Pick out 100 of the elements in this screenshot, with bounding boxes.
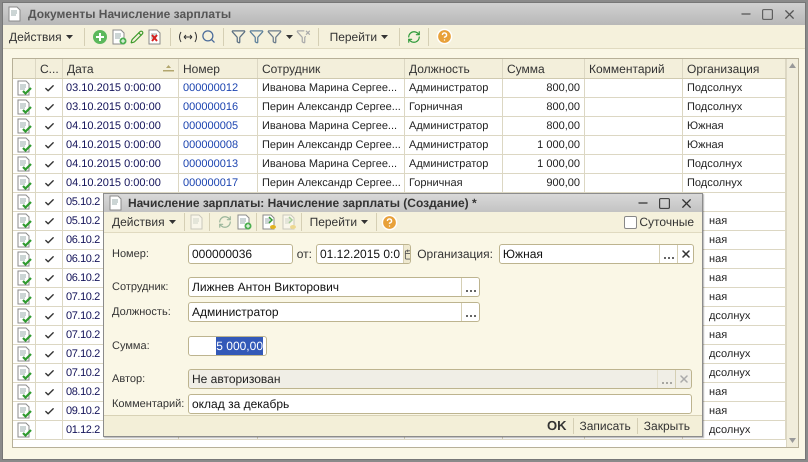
refresh-icon[interactable] <box>218 215 232 229</box>
date-text: 06.10.2 <box>66 252 100 267</box>
search-icon[interactable] <box>200 29 216 44</box>
goto-menu[interactable]: Перейти <box>326 26 392 46</box>
daily-checkbox[interactable]: Суточные <box>624 213 698 231</box>
employee-text: Иванова Марина Сергее... <box>262 156 398 172</box>
copy-add-icon <box>236 214 252 230</box>
position-text: Горничная <box>409 176 463 191</box>
date-text: 07.10.2 <box>66 328 100 343</box>
edit-icon[interactable] <box>130 30 144 44</box>
column-header[interactable]: Сотрудник <box>262 60 400 78</box>
maximize-icon[interactable] <box>761 8 774 20</box>
column-header[interactable]: С... <box>40 60 59 78</box>
column-header[interactable]: Организация <box>687 60 781 78</box>
help-icon[interactable] <box>381 214 398 230</box>
position-text: Администратор <box>409 156 488 172</box>
date-text: 07.10.2 <box>66 346 100 362</box>
select-button[interactable] <box>461 278 479 296</box>
column-header[interactable]: Дата <box>67 60 163 78</box>
employee-field[interactable]: Лижнев Антон Викторович <box>188 277 480 297</box>
help-icon[interactable] <box>436 28 454 45</box>
employee-text: Перин Александр Сергее... <box>262 138 401 153</box>
dialog-button[interactable]: Записать <box>574 417 637 435</box>
scroll-down-icon[interactable] <box>789 438 796 443</box>
organization-text: ная <box>709 214 728 229</box>
position-field[interactable]: Администратор <box>188 302 480 322</box>
column-header[interactable]: Комментарий <box>589 60 678 78</box>
filter-icon[interactable] <box>248 29 264 44</box>
organization-text: Подсолнух <box>687 156 742 172</box>
unpost-icon <box>280 214 297 230</box>
filter-off-icon[interactable] <box>296 29 311 44</box>
caret-icon <box>361 220 368 224</box>
organization-text: ная <box>709 404 728 419</box>
date-field[interactable]: 01.12.2015 0:0 <box>316 244 412 264</box>
select-button[interactable] <box>461 303 479 321</box>
field-label: Номер: <box>112 246 150 262</box>
date-text: 06.10.2 <box>66 270 100 286</box>
amount-text: 1 000,00 <box>537 138 580 153</box>
organization-text: ная <box>709 384 728 400</box>
date-text: 03.10.2015 0:00:00 <box>66 100 161 115</box>
field-label: Сотрудник: <box>112 280 170 295</box>
date-text: 06.10.2 <box>66 232 100 248</box>
organization-field[interactable]: Южная <box>498 244 694 264</box>
employee-text: Иванова Марина Сергее... <box>262 118 398 134</box>
organization-text: дсолнух <box>709 366 750 381</box>
date-text: 08.10.2 <box>66 384 100 400</box>
date-text: 07.10.2 <box>66 290 100 305</box>
copy-add-icon <box>110 28 127 44</box>
date-text: 05.10.2 <box>66 194 100 210</box>
add-icon[interactable] <box>92 28 108 44</box>
date-text: 07.10.2 <box>66 366 100 381</box>
position-text: Администратор <box>409 118 488 134</box>
field-label: Комментарий: <box>112 396 186 412</box>
goto-menu[interactable]: Перейти <box>306 212 372 232</box>
actions-menu[interactable]: Действия <box>5 26 77 46</box>
number-text: 000000005 <box>183 118 238 134</box>
column-header[interactable]: Номер <box>183 60 253 78</box>
field-label: от: <box>296 246 312 263</box>
filter-icon[interactable] <box>266 29 282 44</box>
field-label: Автор: <box>112 372 146 387</box>
maximize-icon[interactable] <box>658 196 671 210</box>
column-header[interactable]: Должность <box>409 60 498 78</box>
organization-text: дсолнух <box>709 346 750 362</box>
position-text: Администратор <box>409 80 488 96</box>
scroll-up-icon[interactable] <box>789 63 796 68</box>
date-text: 04.10.2015 0:00:00 <box>66 156 161 172</box>
filter-icon[interactable] <box>230 29 246 44</box>
organization-text: Южная <box>687 118 724 134</box>
number-text: 000000012 <box>183 80 238 96</box>
comment-field[interactable]: оклад за декабрь <box>188 394 692 414</box>
sort-icon[interactable] <box>163 65 174 72</box>
window-title: Документы Начисление зарплаты <box>28 6 232 23</box>
date-text: 04.10.2015 0:00:00 <box>66 176 161 191</box>
dialog-button[interactable]: OK <box>541 416 572 436</box>
date-text: 04.10.2015 0:00:00 <box>66 138 161 153</box>
organization-text: ная <box>709 270 728 286</box>
number-text: 000000016 <box>183 100 238 115</box>
employee-text: Перин Александр Сергее... <box>262 100 401 115</box>
actions-menu[interactable]: Действия <box>108 212 180 232</box>
amount-text: 900,00 <box>546 176 580 191</box>
date-text: 03.10.2015 0:00:00 <box>66 80 161 96</box>
column-header[interactable]: Сумма <box>507 60 580 78</box>
number-field[interactable]: 000000036 <box>188 244 293 264</box>
number-text: 000000017 <box>183 176 238 191</box>
resize-columns-icon[interactable] <box>178 30 198 42</box>
amount-text: 800,00 <box>546 100 580 115</box>
post-icon <box>260 214 277 230</box>
number-text: 000000013 <box>183 156 238 172</box>
amount-field[interactable]: 5 000,00 <box>188 336 267 356</box>
document-icon <box>7 6 23 22</box>
caret-icon <box>168 220 176 224</box>
dialog-button[interactable]: Закрыть <box>638 417 696 435</box>
date-text: 09.10.2 <box>66 404 100 419</box>
scrollbar[interactable] <box>786 59 798 447</box>
organization-text: Южная <box>687 138 724 153</box>
organization-text: ная <box>709 232 728 248</box>
date-text: 04.10.2015 0:00:00 <box>66 118 161 134</box>
amount-text: 800,00 <box>546 118 580 134</box>
number-text: 000000008 <box>183 138 238 153</box>
refresh-icon[interactable] <box>407 30 422 44</box>
